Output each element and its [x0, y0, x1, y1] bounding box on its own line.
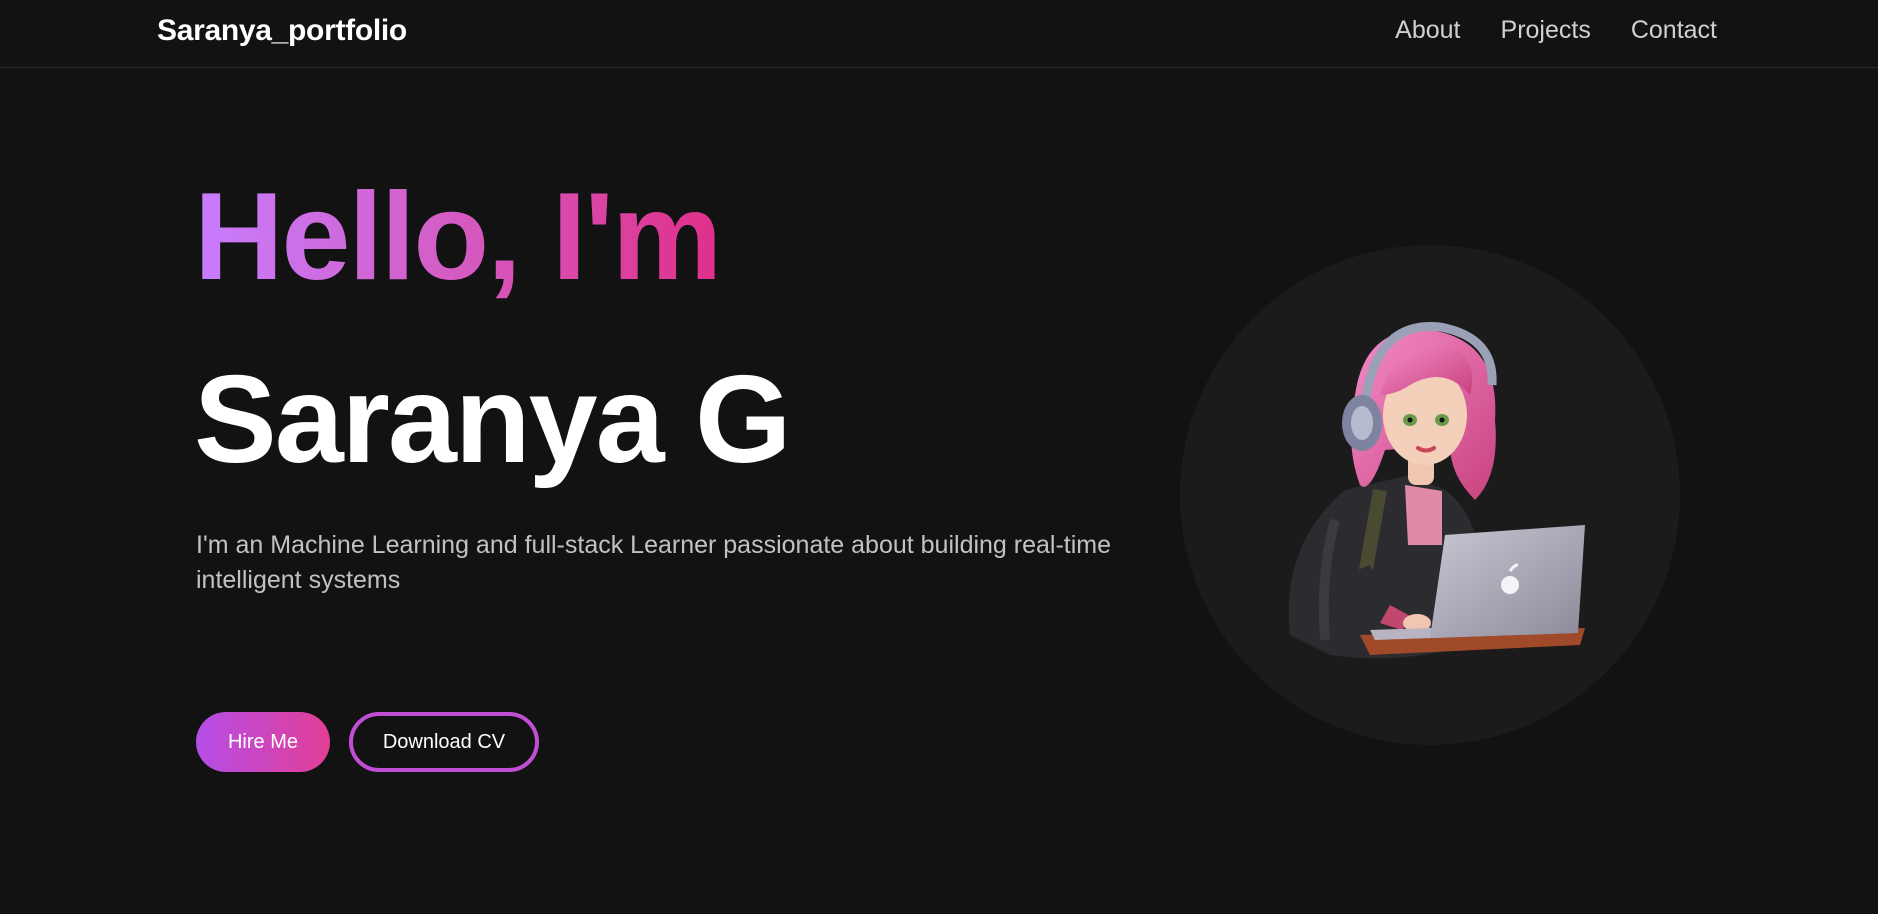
top-navbar: Saranya_portfolio About Projects Contact [0, 0, 1878, 68]
nav-links: About Projects Contact [1395, 16, 1717, 45]
download-cv-button[interactable]: Download CV [349, 712, 539, 772]
hire-me-button[interactable]: Hire Me [196, 712, 330, 772]
hero-tagline: I'm an Machine Learning and full-stack L… [196, 531, 1112, 594]
hero-greeting: Hello, I'm [194, 168, 722, 306]
hero-name: Saranya G [194, 351, 791, 489]
nav-link-projects[interactable]: Projects [1501, 16, 1591, 45]
nav-link-about[interactable]: About [1395, 16, 1460, 45]
brand-logo-text[interactable]: Saranya_portfolio [157, 14, 407, 48]
avatar-circle [1180, 245, 1680, 745]
avatar-illustration-icon [1288, 321, 1585, 659]
nav-link-contact[interactable]: Contact [1631, 16, 1717, 45]
